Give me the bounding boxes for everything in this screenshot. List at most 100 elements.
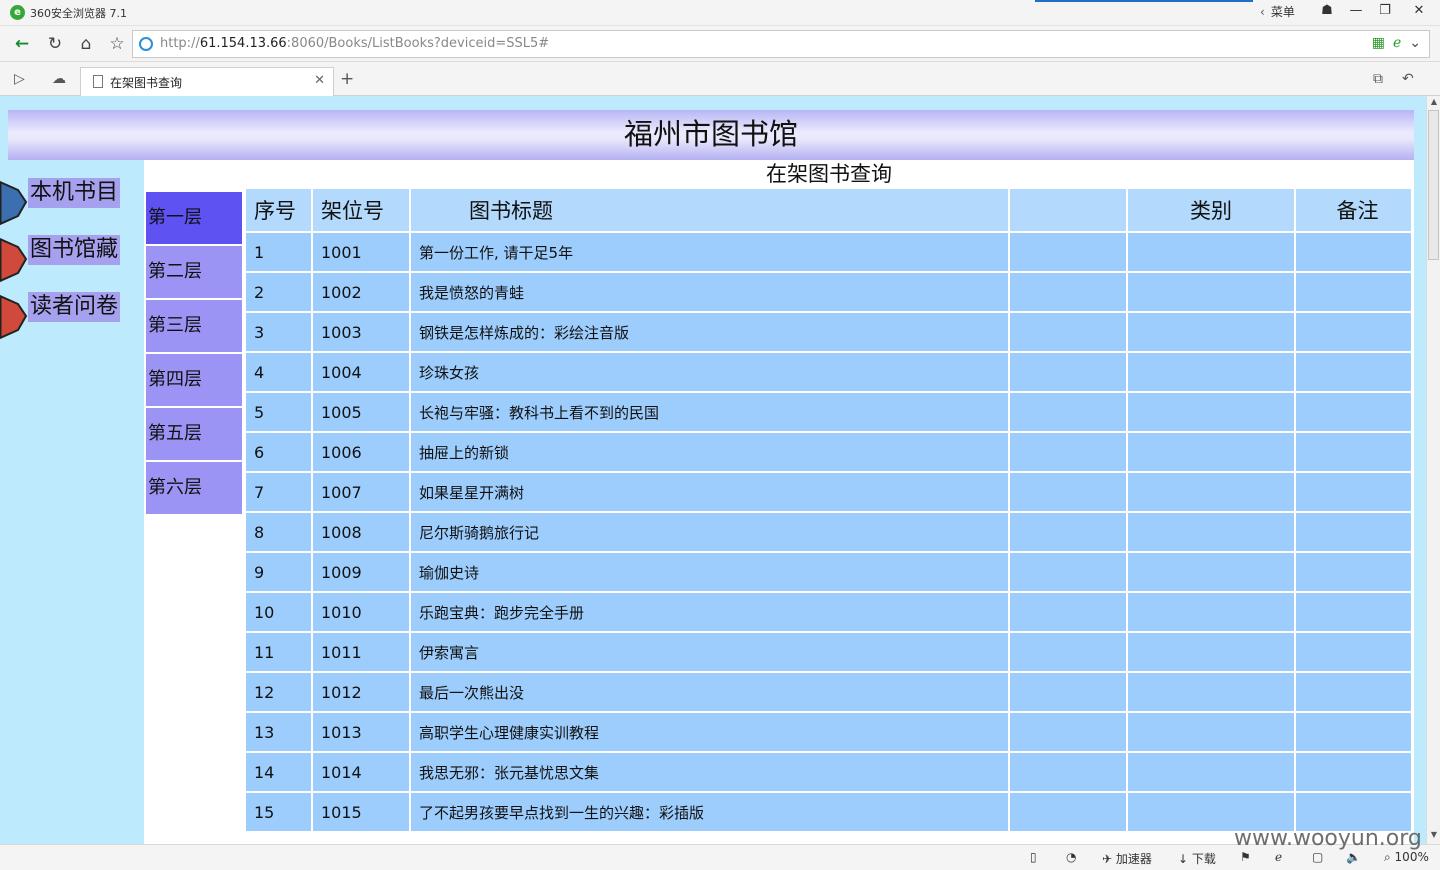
side-menu-label: 图书馆藏 <box>28 235 121 265</box>
shelf-cell: 1008 <box>313 513 409 551</box>
refresh-button[interactable]: ↻ <box>43 32 67 56</box>
url-text[interactable]: http://61.154.13.66:8060/Books/ListBooks… <box>160 36 549 51</box>
floor-list: 第一层 第二层 第三层 第四层 第五层 第六层 <box>146 192 242 516</box>
shelf-cell: 1013 <box>313 713 409 751</box>
cloud-icon[interactable]: ☁ <box>52 71 66 87</box>
browser-logo-icon: e <box>10 5 25 20</box>
title-bar: e 360安全浏览器 7.1 ‹ 菜单 ☗ — ❐ ✕ <box>0 0 1440 26</box>
scroll-thumb[interactable] <box>1428 110 1439 260</box>
book-icon <box>0 294 28 340</box>
zoom-level: 100% <box>1394 850 1429 864</box>
site-header: 福州市图书馆 <box>8 110 1414 160</box>
table-row: 13 1013 高职学生心理健康实训教程 <box>246 713 1411 751</box>
empty-cell <box>1010 593 1126 631</box>
index-cell: 13 <box>246 713 311 751</box>
address-bar[interactable]: http://61.154.13.66:8060/Books/ListBooks… <box>132 30 1430 58</box>
index-cell: 11 <box>246 633 311 671</box>
minimize-button[interactable]: — <box>1341 0 1371 24</box>
floor-link[interactable]: 第三层 <box>146 300 242 352</box>
empty-cell <box>1296 633 1411 671</box>
sidebar-toggle-icon[interactable]: ▷ <box>14 71 25 87</box>
shelf-cell: 1003 <box>313 313 409 351</box>
column-header: 图书标题 <box>411 189 1008 231</box>
empty-cell <box>1296 433 1411 471</box>
home-button[interactable]: ⌂ <box>74 32 98 56</box>
empty-cell <box>1010 273 1126 311</box>
ie-icon[interactable]: ℯ <box>1275 850 1282 864</box>
vertical-scrollbar[interactable]: ▲ ▼ <box>1426 96 1440 844</box>
favorite-star-icon[interactable]: ☆ <box>105 32 129 56</box>
title-cell: 钢铁是怎样炼成的：彩绘注音版 <box>411 313 1008 351</box>
index-cell: 14 <box>246 753 311 791</box>
floor-link[interactable]: 第五层 <box>146 408 242 460</box>
empty-cell <box>1128 313 1294 351</box>
menu-button[interactable]: ‹ 菜单 <box>1260 3 1295 20</box>
accelerator-button[interactable]: ✈ 加速器 <box>1102 850 1152 867</box>
side-menu-item[interactable]: 读者问卷 <box>0 290 140 347</box>
title-cell: 抽屉上的新锁 <box>411 433 1008 471</box>
table-row: 7 1007 如果星星开满树 <box>246 473 1411 511</box>
scroll-down-icon[interactable]: ▼ <box>1429 830 1439 842</box>
back-button[interactable]: ← <box>10 32 34 56</box>
empty-cell <box>1296 353 1411 391</box>
page-viewport: 福州市图书馆 本机书目 图书馆藏 读者问卷 在架图书查询 第一层 第二层 第三层 第四层第… <box>0 96 1426 844</box>
title-cell: 了不起男孩要早点找到一生的兴趣：彩插版 <box>411 793 1008 831</box>
side-menu-item[interactable]: 图书馆藏 <box>0 233 140 290</box>
skin-icon[interactable]: ☗ <box>1312 0 1342 24</box>
side-menu-item[interactable]: 本机书目 <box>0 176 140 233</box>
table-row: 9 1009 瑜伽史诗 <box>246 553 1411 591</box>
column-header: 序号 <box>246 189 311 231</box>
table-row: 3 1003 钢铁是怎样炼成的：彩绘注音版 <box>246 313 1411 351</box>
title-cell: 第一份工作, 请干足5年 <box>411 233 1008 271</box>
download-button[interactable]: ↓ 下载 <box>1178 850 1216 867</box>
tab-close-icon[interactable]: ✕ <box>314 73 325 88</box>
flag-icon[interactable]: ⚑ <box>1240 850 1251 864</box>
empty-cell <box>1010 713 1126 751</box>
floor-link[interactable]: 第四层 <box>146 354 242 406</box>
title-cell: 长袍与牢骚：教科书上看不到的民国 <box>411 393 1008 431</box>
shelf-cell: 1005 <box>313 393 409 431</box>
shelf-cell: 1001 <box>313 233 409 271</box>
undo-close-icon[interactable]: ↶ <box>1402 71 1414 87</box>
speedometer-icon[interactable]: ◔ <box>1066 850 1076 864</box>
speaker-icon[interactable]: 🔈 <box>1346 850 1361 864</box>
index-cell: 15 <box>246 793 311 831</box>
floor-link[interactable]: 第二层 <box>146 246 242 298</box>
mobile-icon[interactable]: ▯ <box>1030 850 1037 864</box>
floor-link[interactable]: 第一层 <box>146 192 242 244</box>
tab-list-icon[interactable]: ⧉ <box>1373 71 1383 87</box>
ie-mode-icon[interactable]: ℯ <box>1393 35 1401 51</box>
index-cell: 2 <box>246 273 311 311</box>
menu-label: 菜单 <box>1270 5 1295 19</box>
zoom-control[interactable]: ⌕ 100% <box>1384 850 1429 865</box>
address-tools: ▦ ℯ ⌄ <box>1364 35 1421 51</box>
empty-cell <box>1296 393 1411 431</box>
empty-cell <box>1010 313 1126 351</box>
title-cell: 珍珠女孩 <box>411 353 1008 391</box>
empty-cell <box>1128 433 1294 471</box>
floor-link[interactable]: 第六层 <box>146 462 242 514</box>
new-tab-button[interactable]: + <box>340 69 354 89</box>
column-header: 架位号 <box>313 189 409 231</box>
shelf-cell: 1007 <box>313 473 409 511</box>
chevron-left-icon: ‹ <box>1260 5 1265 19</box>
empty-cell <box>1128 593 1294 631</box>
chevron-down-icon[interactable]: ⌄ <box>1409 35 1421 51</box>
empty-cell <box>1296 233 1411 271</box>
scroll-up-icon[interactable]: ▲ <box>1429 97 1439 109</box>
qr-code-icon[interactable]: ▦ <box>1372 35 1385 51</box>
title-cell: 高职学生心理健康实训教程 <box>411 713 1008 751</box>
index-cell: 8 <box>246 513 311 551</box>
table-row: 1 1001 第一份工作, 请干足5年 <box>246 233 1411 271</box>
url-host: 61.154.13.66 <box>199 36 287 51</box>
table-row: 2 1002 我是愤怒的青蛙 <box>246 273 1411 311</box>
tab-bar: ▷ ☁ 在架图书查询 ✕ + ⧉ ↶ <box>0 62 1440 96</box>
close-window-button[interactable]: ✕ <box>1404 0 1434 24</box>
tab-active[interactable]: 在架图书查询 ✕ <box>80 67 334 96</box>
empty-cell <box>1128 353 1294 391</box>
url-rest: :8060/Books/ListBooks?deviceid=SSL5# <box>286 36 550 51</box>
tab-label: 在架图书查询 <box>110 76 183 90</box>
maximize-button[interactable]: ❐ <box>1370 0 1400 24</box>
window-icon[interactable]: ▢ <box>1312 850 1323 864</box>
empty-cell <box>1128 473 1294 511</box>
